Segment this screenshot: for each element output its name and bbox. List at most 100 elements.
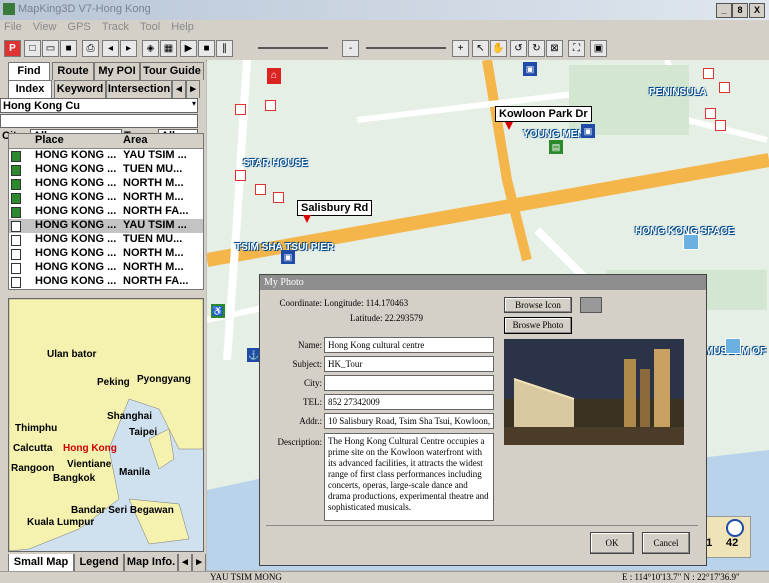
poi-marker-icon[interactable] [265,100,276,111]
poi-marker-icon[interactable] [715,120,726,131]
city-bandar-seri-begawan: Bandar Seri Begawan [71,505,174,516]
tab-map-info[interactable]: Map Info. [124,554,178,572]
subject-field[interactable]: HK_Tour [324,356,494,372]
list-item[interactable]: HONG KONG ... YAU TSIM ... [9,149,203,163]
menu-file[interactable]: File [4,21,22,33]
list-item[interactable]: HONG KONG ... NORTH M... [9,261,203,275]
rotate-left-icon[interactable]: ↺ [510,40,527,57]
stop-icon[interactable]: ■ [198,40,215,57]
addr-field[interactable]: 10 Salisbury Road, Tsim Sha Tsui, Kowloo… [324,413,494,429]
menu-tool[interactable]: Tool [140,21,160,33]
back-icon[interactable]: ◂ [102,40,119,57]
speed-slider[interactable] [258,47,328,49]
zoom-in-icon[interactable]: + [452,40,469,57]
space-museum-icon[interactable] [683,234,699,250]
suggestion-box[interactable] [0,114,198,128]
menu-view[interactable]: View [33,21,57,33]
photo-icon[interactable]: ▦ [160,40,177,57]
search-dropdown-icon[interactable]: ▾ [190,99,198,112]
list-item[interactable]: HONG KONG ... TUEN MU... [9,163,203,177]
poi-marker-icon[interactable] [255,184,266,195]
list-item[interactable]: HONG KONG ... NORTH M... [9,247,203,261]
monitor-icon[interactable]: ▣ [590,40,607,57]
tab-scroll-left-icon[interactable]: ◂ [172,80,186,98]
browse-icon-button[interactable]: Browse Icon [504,297,572,313]
menu-track[interactable]: Track [102,21,129,33]
play-icon[interactable]: ▶ [180,40,197,57]
ok-button[interactable]: OK [590,532,634,554]
rotate-right-icon[interactable]: ↻ [528,40,545,57]
bus-stop-icon[interactable]: ▣ [523,62,537,76]
list-item[interactable]: HONG KONG ... YAU TSIM ... [9,219,203,233]
tab-route[interactable]: Route [52,62,94,80]
name-field[interactable]: Hong Kong cultural centre [324,337,494,353]
col-place-header[interactable]: Place [35,134,64,146]
pan-hand-icon[interactable]: ✋ [490,40,507,57]
poi-marker-icon[interactable] [705,108,716,119]
poi-marker-icon[interactable] [703,68,714,79]
parking-icon[interactable]: P [4,40,21,57]
tab-index[interactable]: Index [8,80,52,98]
cancel-button[interactable]: Cancel [642,532,690,554]
print-icon[interactable]: ⎙ [82,40,99,57]
status-coordinates: E : 114°10'13.7" N : 22°17'36.9" [622,572,740,582]
tab-intersection[interactable]: Intersection [106,80,172,98]
city-pyongyang: Pyongyang [137,374,191,385]
maximize-button[interactable]: 8 [732,3,748,18]
compass-icon[interactable] [726,519,744,537]
list-item[interactable]: HONG KONG ... NORTH FA... [9,275,203,289]
hotel-icon[interactable]: ⌂ [267,68,281,84]
zoom-slider[interactable] [366,47,446,49]
tab-legend[interactable]: Legend [74,554,124,572]
pier-bus-icon[interactable]: ▣ [281,250,295,264]
col-area-header[interactable]: Area [123,134,147,146]
list-item-area: YAU TSIM ... [123,149,187,161]
mini-map[interactable]: Ulan bator Peking Pyongyang Shanghai Thi… [8,298,204,552]
poi-marker-icon[interactable] [235,170,246,181]
search-input[interactable]: Hong Kong Cu [0,98,198,113]
tab-small-map[interactable]: Small Map [8,554,74,572]
list-item[interactable]: HONG KONG ... NORTH M... [9,191,203,205]
minimize-button[interactable]: _ [716,3,732,18]
museum-icon[interactable] [725,338,741,354]
new-file-icon[interactable]: □ [24,40,41,57]
tab-find[interactable]: Find [8,62,50,80]
browse-photo-button[interactable]: Broswe Photo [504,317,572,334]
camera-icon[interactable]: ◈ [142,40,159,57]
menu-help[interactable]: Help [171,21,194,33]
bottom-tab-left-icon[interactable]: ◂ [178,554,192,572]
map-label-peninsula: PENINSULA [649,87,707,98]
save-icon[interactable]: ■ [60,40,77,57]
place-building-icon [11,179,21,190]
list-item[interactable]: HONG KONG ... NORTH FA... [9,205,203,219]
tab-scroll-right-icon[interactable]: ▸ [186,80,200,98]
menu-gps[interactable]: GPS [68,21,91,33]
list-item[interactable]: HONG KONG ... TUEN MU... [9,233,203,247]
select-arrow-icon[interactable]: ↖ [472,40,489,57]
tab-tour-guide[interactable]: Tour Guide [140,62,204,80]
place-outline-icon [11,221,21,232]
description-field[interactable]: The Hong Kong Cultural Centre occupies a… [324,433,494,521]
zoom-out-icon[interactable]: - [342,40,359,57]
callout-salisbury-rd[interactable]: Salisbury Rd [297,200,373,216]
callout-kowloon-park-dr[interactable]: Kowloon Park Dr [495,106,592,122]
poi-marker-icon[interactable] [235,104,246,115]
bottom-tab-right-icon[interactable]: ▸ [192,554,206,572]
pause-icon[interactable]: ∥ [216,40,233,57]
building-icon[interactable]: ▤ [549,140,563,154]
city-field[interactable] [324,375,494,391]
open-folder-icon[interactable]: ▭ [42,40,59,57]
subject-label: Subject: [292,359,323,369]
poi-marker-icon[interactable] [273,192,284,203]
close-button[interactable]: X [749,3,765,18]
tab-keyword[interactable]: Keyword [54,80,106,98]
tilt-icon[interactable]: ⊠ [546,40,563,57]
tel-field[interactable]: 852 27342009 [324,394,494,410]
list-item[interactable]: HONG KONG ... NORTH M... [9,177,203,191]
fullscreen-icon[interactable]: ⛶ [568,40,585,57]
forward-icon[interactable]: ▸ [120,40,137,57]
ymca-bus-icon[interactable]: ▣ [581,124,595,138]
poi-marker-icon[interactable] [719,82,730,93]
tab-my-poi[interactable]: My POI [94,62,140,80]
restroom-icon[interactable]: ♿ [211,304,225,318]
